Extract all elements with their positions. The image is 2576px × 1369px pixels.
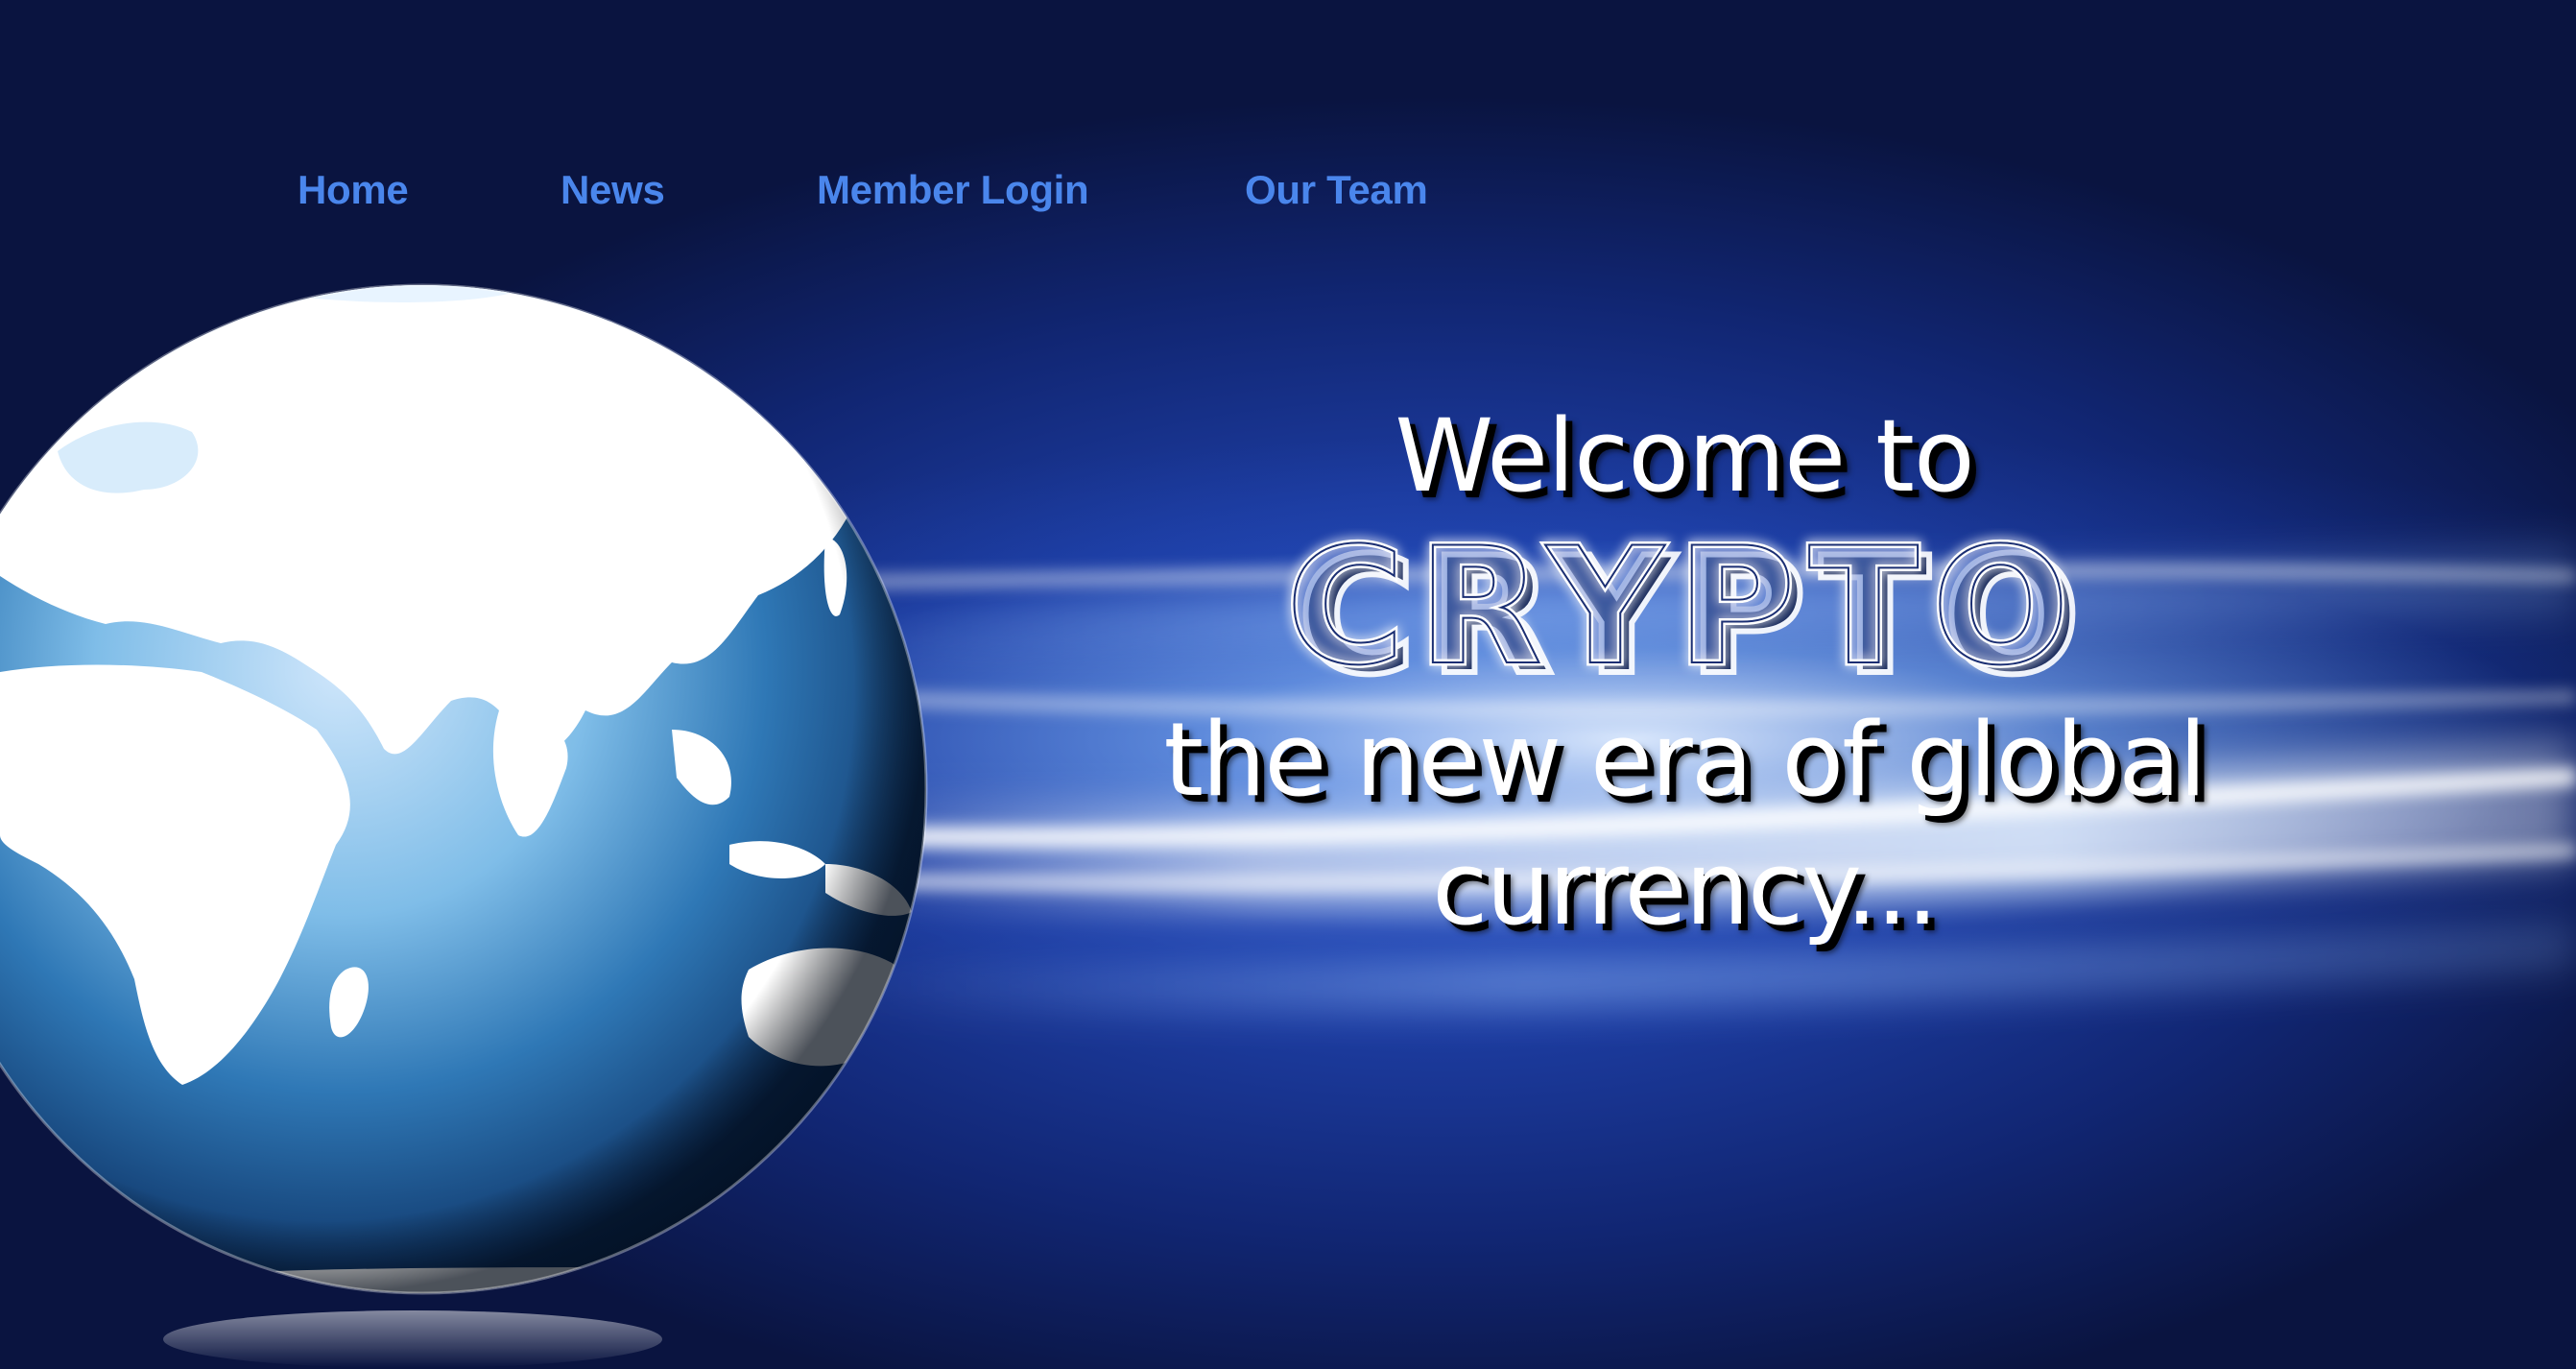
welcome-text: Welcome to [1395, 397, 1974, 515]
nav-link-news[interactable]: News [561, 165, 665, 215]
crypto-logo-inline: CRYPTO [1286, 528, 2083, 696]
nav-link-home[interactable]: Home [298, 165, 409, 215]
hero-page: Home News Member Login Our Team Welcome … [0, 0, 2576, 1369]
top-navigation: Home News Member Login Our Team [0, 0, 2576, 250]
nav-link-member-login[interactable]: Member Login [817, 165, 1089, 215]
hero-heading: Welcome to CRYPTO CRYPTO CRYPTO the new … [1056, 384, 2313, 953]
tagline-text: the new era of global currency... [1163, 701, 2206, 948]
nav-link-our-team[interactable]: Our Team [1245, 165, 1428, 215]
crypto-logo-text: CRYPTO CRYPTO CRYPTO [1283, 528, 2084, 696]
